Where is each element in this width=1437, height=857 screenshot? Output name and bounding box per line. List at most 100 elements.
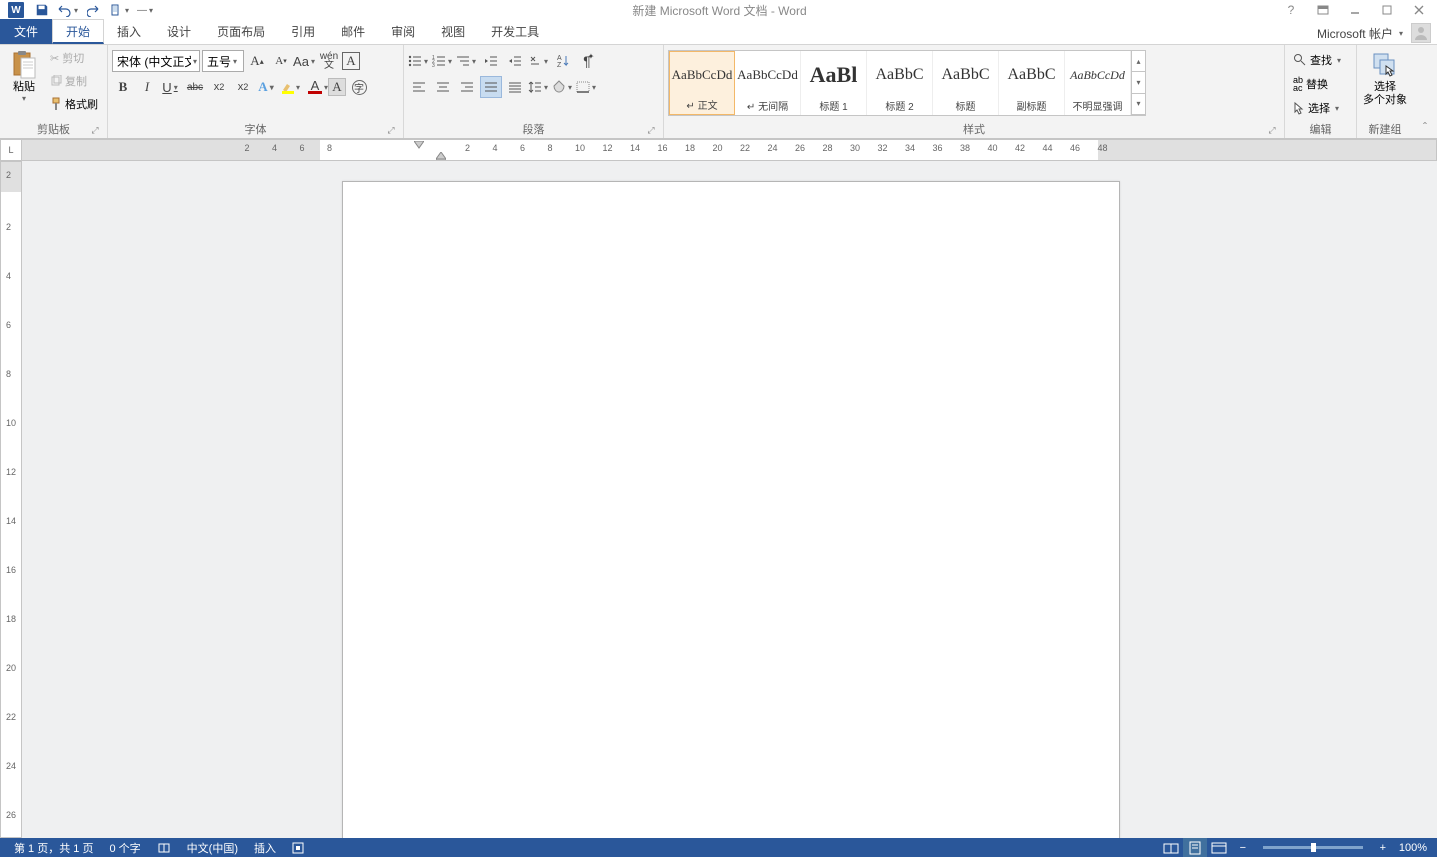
phonetic-guide-button[interactable]: wén文 bbox=[318, 50, 340, 72]
zoom-in-button[interactable]: + bbox=[1371, 838, 1395, 857]
qat-customize-icon[interactable]: —▾ bbox=[134, 1, 158, 19]
zoom-level[interactable]: 100% bbox=[1395, 842, 1431, 854]
find-button[interactable]: 查找▾ bbox=[1289, 49, 1347, 71]
style-item-3[interactable]: AaBbC标题 2 bbox=[867, 51, 933, 115]
view-read-mode[interactable] bbox=[1159, 838, 1183, 857]
dialog-launcher-icon[interactable]: ⤢ bbox=[1266, 124, 1278, 136]
zoom-slider[interactable] bbox=[1263, 846, 1363, 849]
page[interactable] bbox=[342, 181, 1120, 838]
status-page[interactable]: 第 1 页，共 1 页 bbox=[6, 840, 101, 856]
minimize-icon[interactable] bbox=[1341, 1, 1369, 19]
dialog-launcher-icon[interactable]: ⤢ bbox=[645, 124, 657, 136]
gallery-up-icon[interactable]: ▴ bbox=[1132, 51, 1145, 72]
style-item-6[interactable]: AaBbCcDd不明显强调 bbox=[1065, 51, 1131, 115]
show-marks-button[interactable]: ¶✦ bbox=[576, 50, 598, 72]
dialog-launcher-icon[interactable]: ⤢ bbox=[89, 124, 101, 136]
font-size-combo[interactable]: 五号▾ bbox=[202, 50, 244, 72]
tab-review[interactable]: 审阅 bbox=[378, 19, 428, 44]
zoom-out-button[interactable]: − bbox=[1231, 838, 1255, 857]
account-button[interactable]: Microsoft 帐户 ▾ bbox=[1311, 22, 1411, 44]
sort-button[interactable]: AZ bbox=[552, 50, 574, 72]
tab-mailings[interactable]: 邮件 bbox=[328, 19, 378, 44]
horizontal-ruler[interactable]: 8642246810121416182022242628303234363840… bbox=[22, 139, 1437, 161]
tab-design[interactable]: 设计 bbox=[154, 19, 204, 44]
gallery-down-icon[interactable]: ▾ bbox=[1132, 72, 1145, 93]
paste-button[interactable]: 粘贴 ▾ bbox=[4, 47, 44, 105]
shrink-font-button[interactable]: A▾ bbox=[270, 50, 292, 72]
tab-file[interactable]: 文件 bbox=[0, 19, 52, 44]
word-app-icon[interactable]: W bbox=[4, 1, 28, 19]
help-icon[interactable]: ? bbox=[1277, 1, 1305, 19]
bold-button[interactable]: B bbox=[112, 76, 134, 98]
gallery-more-icon[interactable]: ▾ bbox=[1132, 94, 1145, 115]
asian-layout-button[interactable]: ▾ bbox=[528, 50, 550, 72]
font-color-button[interactable]: A▾ bbox=[304, 76, 326, 98]
ribbon-display-icon[interactable] bbox=[1309, 1, 1337, 19]
style-item-4[interactable]: AaBbC标题 bbox=[933, 51, 999, 115]
numbering-button[interactable]: 123▾ bbox=[432, 50, 454, 72]
align-justify-button[interactable] bbox=[480, 76, 502, 98]
font-family-combo[interactable]: 宋体 (中文正文▾ bbox=[112, 50, 200, 72]
maximize-icon[interactable] bbox=[1373, 1, 1401, 19]
distributed-button[interactable] bbox=[504, 76, 526, 98]
style-item-5[interactable]: AaBbC副标题 bbox=[999, 51, 1065, 115]
align-center-button[interactable] bbox=[432, 76, 454, 98]
tab-references[interactable]: 引用 bbox=[278, 19, 328, 44]
style-item-2[interactable]: AaBl标题 1 bbox=[801, 51, 867, 115]
change-case-button[interactable]: Aa▾ bbox=[294, 50, 316, 72]
highlight-button[interactable]: ▾ bbox=[280, 76, 302, 98]
dialog-launcher-icon[interactable]: ⤢ bbox=[385, 124, 397, 136]
shading-button[interactable]: ▾ bbox=[552, 76, 574, 98]
close-icon[interactable] bbox=[1405, 1, 1433, 19]
enclose-char-button[interactable]: 字 bbox=[348, 76, 370, 98]
multilevel-list-button[interactable]: ▾ bbox=[456, 50, 478, 72]
redo-icon[interactable] bbox=[82, 1, 106, 19]
superscript-button[interactable]: x2 bbox=[232, 76, 254, 98]
status-insert-mode[interactable]: 插入 bbox=[246, 840, 284, 856]
document-canvas[interactable] bbox=[22, 161, 1437, 838]
status-macro[interactable] bbox=[284, 842, 312, 854]
first-line-indent-marker[interactable] bbox=[414, 141, 424, 149]
strikethrough-button[interactable]: abc bbox=[184, 76, 206, 98]
touch-mode-icon[interactable]: ▾ bbox=[108, 1, 132, 19]
style-item-0[interactable]: AaBbCcDd↵ 正文 bbox=[669, 51, 735, 115]
zoom-thumb[interactable] bbox=[1311, 843, 1316, 852]
tab-layout[interactable]: 页面布局 bbox=[204, 19, 278, 44]
undo-icon[interactable]: ▾ bbox=[56, 1, 80, 19]
style-item-1[interactable]: AaBbCcDd↵ 无间隔 bbox=[735, 51, 801, 115]
collapse-ribbon-icon[interactable]: ˆ bbox=[1413, 45, 1437, 138]
char-border-button[interactable]: A bbox=[342, 52, 360, 70]
char-shading-button[interactable]: A bbox=[328, 78, 346, 96]
select-multiple-button[interactable]: 选择多个对象 bbox=[1361, 47, 1409, 109]
status-proofing[interactable] bbox=[149, 841, 179, 855]
increase-indent-button[interactable] bbox=[504, 50, 526, 72]
save-icon[interactable] bbox=[30, 1, 54, 19]
vertical-ruler[interactable]: 22468101214161820222426 bbox=[0, 161, 22, 838]
borders-button[interactable]: ▾ bbox=[576, 76, 598, 98]
replace-button[interactable]: abac替换 bbox=[1289, 73, 1332, 95]
view-print-layout[interactable] bbox=[1183, 838, 1207, 857]
italic-button[interactable]: I bbox=[136, 76, 158, 98]
subscript-button[interactable]: x2 bbox=[208, 76, 230, 98]
cut-button[interactable]: ✂剪切 bbox=[46, 47, 102, 69]
align-left-button[interactable] bbox=[408, 76, 430, 98]
status-language[interactable]: 中文(中国) bbox=[179, 840, 246, 856]
select-button[interactable]: 选择▾ bbox=[1289, 97, 1345, 119]
decrease-indent-button[interactable] bbox=[480, 50, 502, 72]
text-effects-button[interactable]: A▾ bbox=[256, 76, 278, 98]
status-word-count[interactable]: 0 个字 bbox=[101, 840, 148, 856]
tab-developer[interactable]: 开发工具 bbox=[478, 19, 552, 44]
avatar[interactable] bbox=[1411, 23, 1431, 43]
align-right-button[interactable] bbox=[456, 76, 478, 98]
tab-selector[interactable]: L bbox=[0, 139, 22, 161]
format-painter-button[interactable]: 格式刷 bbox=[46, 93, 102, 115]
tab-home[interactable]: 开始 bbox=[52, 19, 104, 44]
copy-button[interactable]: 复制 bbox=[46, 70, 102, 92]
tab-view[interactable]: 视图 bbox=[428, 19, 478, 44]
left-indent-marker[interactable] bbox=[436, 152, 446, 161]
tab-insert[interactable]: 插入 bbox=[104, 19, 154, 44]
view-web-layout[interactable] bbox=[1207, 838, 1231, 857]
bullets-button[interactable]: ▾ bbox=[408, 50, 430, 72]
grow-font-button[interactable]: A▴ bbox=[246, 50, 268, 72]
underline-button[interactable]: U▾ bbox=[160, 76, 182, 98]
